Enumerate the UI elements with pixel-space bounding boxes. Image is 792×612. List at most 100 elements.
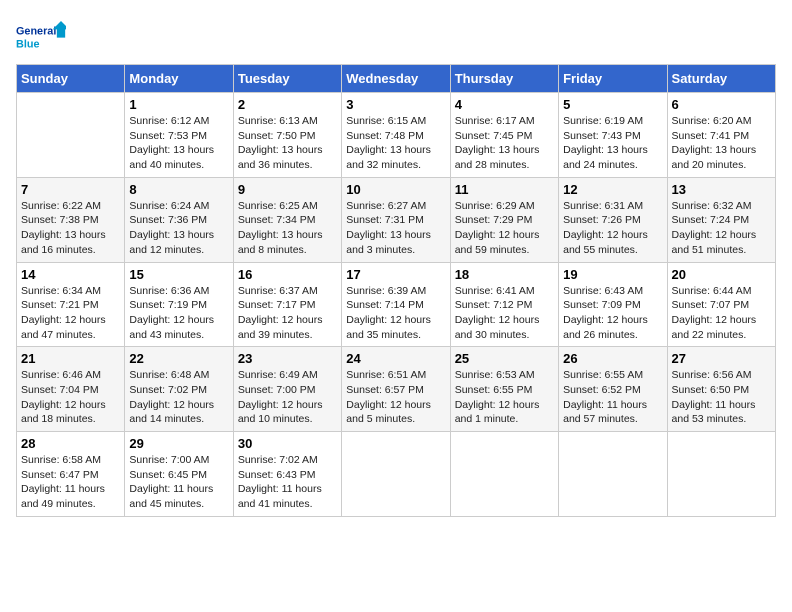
header-day-saturday: Saturday — [667, 65, 775, 93]
week-row-1: 7 Sunrise: 6:22 AMSunset: 7:38 PMDaylight… — [17, 177, 776, 262]
day-info: Sunrise: 6:25 AMSunset: 7:34 PMDaylight:… — [238, 199, 337, 258]
day-number: 24 — [346, 351, 445, 366]
calendar-cell: 27 Sunrise: 6:56 AMSunset: 6:50 PMDayligh… — [667, 347, 775, 432]
day-number: 30 — [238, 436, 337, 451]
day-info: Sunrise: 6:22 AMSunset: 7:38 PMDaylight:… — [21, 199, 120, 258]
day-number: 19 — [563, 267, 662, 282]
day-number: 15 — [129, 267, 228, 282]
calendar-cell: 29 Sunrise: 7:00 AMSunset: 6:45 PMDayligh… — [125, 432, 233, 517]
calendar-body: 1Sunrise: 6:12 AMSunset: 7:53 PMDaylight… — [17, 93, 776, 517]
calendar-cell: 11Sunrise: 6:29 AMSunset: 7:29 PMDayligh… — [450, 177, 558, 262]
day-info: Sunrise: 6:24 AMSunset: 7:36 PMDaylight:… — [129, 199, 228, 258]
calendar-cell — [559, 432, 667, 517]
calendar-cell: 26 Sunrise: 6:55 AMSunset: 6:52 PMDayligh… — [559, 347, 667, 432]
day-number: 21 — [21, 351, 120, 366]
day-number: 29 — [129, 436, 228, 451]
calendar-cell: 28 Sunrise: 6:58 AMSunset: 6:47 PMDayligh… — [17, 432, 125, 517]
day-info: Sunrise: 6:13 AMSunset: 7:50 PMDaylight:… — [238, 114, 337, 173]
day-number: 12 — [563, 182, 662, 197]
calendar-cell: 25 Sunrise: 6:53 AMSunset: 6:55 PMDayligh… — [450, 347, 558, 432]
day-info: Sunrise: 6:56 AMSunset: 6:50 PMDaylight:… — [672, 368, 771, 427]
calendar-table: SundayMondayTuesdayWednesdayThursdayFrid… — [16, 64, 776, 517]
calendar-cell: 21 Sunrise: 6:46 AMSunset: 7:04 PMDayligh… — [17, 347, 125, 432]
day-info: Sunrise: 6:36 AMSunset: 7:19 PMDaylight:… — [129, 284, 228, 343]
day-info: Sunrise: 6:32 AMSunset: 7:24 PMDaylight:… — [672, 199, 771, 258]
day-info: Sunrise: 6:29 AMSunset: 7:29 PMDaylight:… — [455, 199, 554, 258]
calendar-cell: 9 Sunrise: 6:25 AMSunset: 7:34 PMDaylight… — [233, 177, 341, 262]
day-info: Sunrise: 7:00 AMSunset: 6:45 PMDaylight:… — [129, 453, 228, 512]
day-number: 13 — [672, 182, 771, 197]
calendar-cell: 2 Sunrise: 6:13 AMSunset: 7:50 PMDaylight… — [233, 93, 341, 178]
day-info: Sunrise: 6:41 AMSunset: 7:12 PMDaylight:… — [455, 284, 554, 343]
calendar-cell: 1Sunrise: 6:12 AMSunset: 7:53 PMDaylight… — [125, 93, 233, 178]
day-info: Sunrise: 6:55 AMSunset: 6:52 PMDaylight:… — [563, 368, 662, 427]
calendar-cell: 8 Sunrise: 6:24 AMSunset: 7:36 PMDaylight… — [125, 177, 233, 262]
day-info: Sunrise: 6:31 AMSunset: 7:26 PMDaylight:… — [563, 199, 662, 258]
day-info: Sunrise: 6:51 AMSunset: 6:57 PMDaylight:… — [346, 368, 445, 427]
day-info: Sunrise: 6:39 AMSunset: 7:14 PMDaylight:… — [346, 284, 445, 343]
calendar-cell: 24 Sunrise: 6:51 AMSunset: 6:57 PMDayligh… — [342, 347, 450, 432]
week-row-2: 14 Sunrise: 6:34 AMSunset: 7:21 PMDayligh… — [17, 262, 776, 347]
calendar-cell: 17Sunrise: 6:39 AMSunset: 7:14 PMDayligh… — [342, 262, 450, 347]
day-info: Sunrise: 6:53 AMSunset: 6:55 PMDaylight:… — [455, 368, 554, 427]
day-number: 5 — [563, 97, 662, 112]
header-day-friday: Friday — [559, 65, 667, 93]
day-number: 10 — [346, 182, 445, 197]
calendar-cell: 13 Sunrise: 6:32 AMSunset: 7:24 PMDayligh… — [667, 177, 775, 262]
week-row-4: 28 Sunrise: 6:58 AMSunset: 6:47 PMDayligh… — [17, 432, 776, 517]
svg-text:General: General — [16, 25, 56, 37]
calendar-cell: 3Sunrise: 6:15 AMSunset: 7:48 PMDaylight… — [342, 93, 450, 178]
day-number: 9 — [238, 182, 337, 197]
day-number: 23 — [238, 351, 337, 366]
day-info: Sunrise: 6:58 AMSunset: 6:47 PMDaylight:… — [21, 453, 120, 512]
logo: General Blue — [16, 16, 66, 56]
day-number: 16 — [238, 267, 337, 282]
header-day-sunday: Sunday — [17, 65, 125, 93]
day-number: 7 — [21, 182, 120, 197]
day-info: Sunrise: 6:34 AMSunset: 7:21 PMDaylight:… — [21, 284, 120, 343]
day-info: Sunrise: 6:46 AMSunset: 7:04 PMDaylight:… — [21, 368, 120, 427]
calendar-cell: 7 Sunrise: 6:22 AMSunset: 7:38 PMDaylight… — [17, 177, 125, 262]
day-number: 27 — [672, 351, 771, 366]
day-info: Sunrise: 6:37 AMSunset: 7:17 PMDaylight:… — [238, 284, 337, 343]
calendar-cell: 6Sunrise: 6:20 AMSunset: 7:41 PMDaylight… — [667, 93, 775, 178]
day-number: 25 — [455, 351, 554, 366]
day-number: 18 — [455, 267, 554, 282]
day-info: Sunrise: 6:27 AMSunset: 7:31 PMDaylight:… — [346, 199, 445, 258]
calendar-cell: 19 Sunrise: 6:43 AMSunset: 7:09 PMDayligh… — [559, 262, 667, 347]
header-day-thursday: Thursday — [450, 65, 558, 93]
day-number: 28 — [21, 436, 120, 451]
calendar-cell: 15 Sunrise: 6:36 AMSunset: 7:19 PMDayligh… — [125, 262, 233, 347]
calendar-cell: 10 Sunrise: 6:27 AMSunset: 7:31 PMDayligh… — [342, 177, 450, 262]
header: General Blue — [16, 16, 776, 56]
day-number: 14 — [21, 267, 120, 282]
day-info: Sunrise: 6:17 AMSunset: 7:45 PMDaylight:… — [455, 114, 554, 173]
day-info: Sunrise: 7:02 AMSunset: 6:43 PMDaylight:… — [238, 453, 337, 512]
day-info: Sunrise: 6:15 AMSunset: 7:48 PMDaylight:… — [346, 114, 445, 173]
day-info: Sunrise: 6:12 AMSunset: 7:53 PMDaylight:… — [129, 114, 228, 173]
week-row-3: 21 Sunrise: 6:46 AMSunset: 7:04 PMDayligh… — [17, 347, 776, 432]
calendar-header: SundayMondayTuesdayWednesdayThursdayFrid… — [17, 65, 776, 93]
day-number: 26 — [563, 351, 662, 366]
logo-svg: General Blue — [16, 16, 66, 56]
svg-text:Blue: Blue — [16, 39, 39, 51]
day-number: 8 — [129, 182, 228, 197]
header-day-wednesday: Wednesday — [342, 65, 450, 93]
calendar-cell — [667, 432, 775, 517]
calendar-cell: 12 Sunrise: 6:31 AMSunset: 7:26 PMDayligh… — [559, 177, 667, 262]
week-row-0: 1Sunrise: 6:12 AMSunset: 7:53 PMDaylight… — [17, 93, 776, 178]
day-info: Sunrise: 6:48 AMSunset: 7:02 PMDaylight:… — [129, 368, 228, 427]
day-info: Sunrise: 6:49 AMSunset: 7:00 PMDaylight:… — [238, 368, 337, 427]
day-info: Sunrise: 6:20 AMSunset: 7:41 PMDaylight:… — [672, 114, 771, 173]
day-info: Sunrise: 6:44 AMSunset: 7:07 PMDaylight:… — [672, 284, 771, 343]
calendar-cell: 30 Sunrise: 7:02 AMSunset: 6:43 PMDayligh… — [233, 432, 341, 517]
calendar-cell: 5 Sunrise: 6:19 AMSunset: 7:43 PMDaylight… — [559, 93, 667, 178]
day-number: 2 — [238, 97, 337, 112]
calendar-cell — [17, 93, 125, 178]
header-day-tuesday: Tuesday — [233, 65, 341, 93]
header-day-monday: Monday — [125, 65, 233, 93]
day-info: Sunrise: 6:43 AMSunset: 7:09 PMDaylight:… — [563, 284, 662, 343]
calendar-cell: 14 Sunrise: 6:34 AMSunset: 7:21 PMDayligh… — [17, 262, 125, 347]
calendar-cell — [450, 432, 558, 517]
day-info: Sunrise: 6:19 AMSunset: 7:43 PMDaylight:… — [563, 114, 662, 173]
